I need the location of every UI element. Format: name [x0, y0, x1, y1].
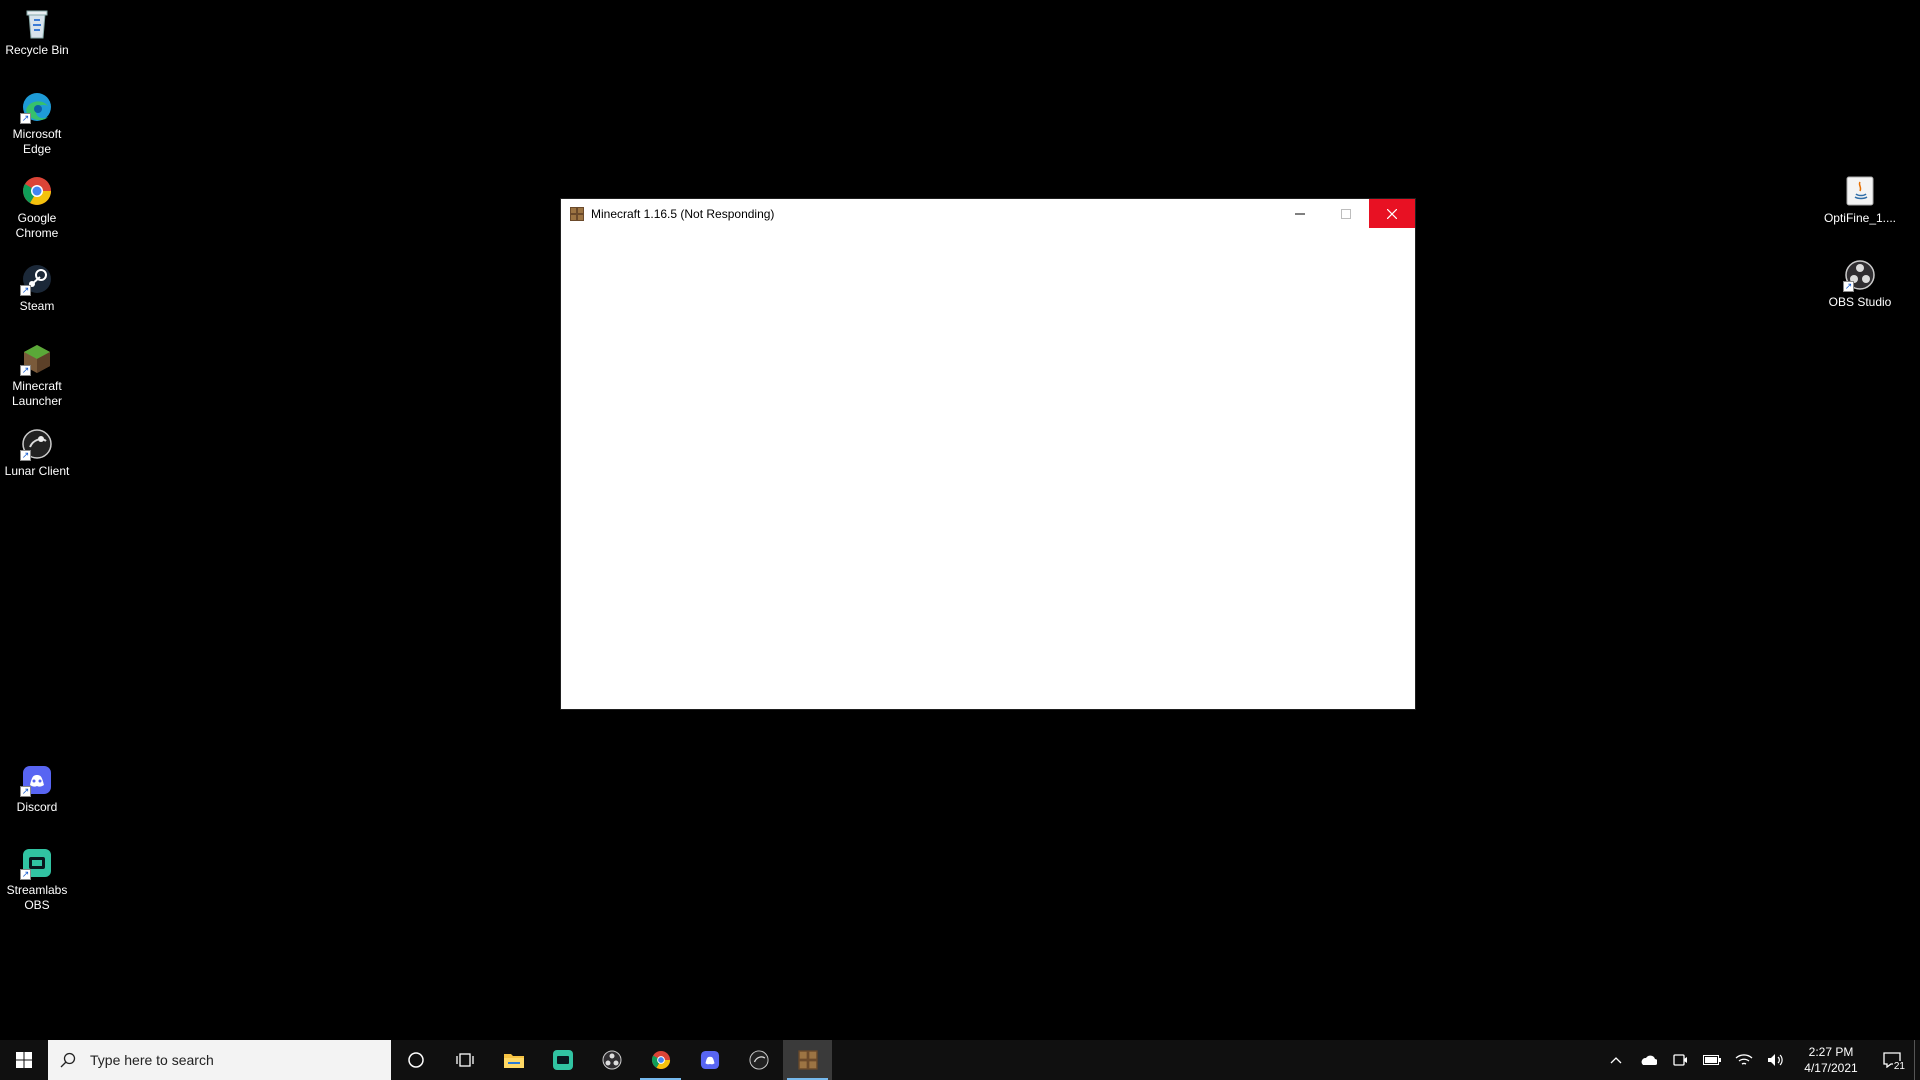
- cortana-button[interactable]: [391, 1040, 440, 1080]
- desktop-icon-streamlabs-obs[interactable]: ↗ Streamlabs OBS: [0, 846, 74, 913]
- desktop-icon-label: Lunar Client: [4, 464, 70, 478]
- action-center-button[interactable]: 21: [1870, 1040, 1914, 1080]
- shortcut-arrow-icon: ↗: [20, 450, 31, 461]
- maximize-icon: [1341, 208, 1351, 219]
- minimize-button[interactable]: [1277, 199, 1323, 228]
- maximize-button[interactable]: [1323, 199, 1369, 228]
- obs-icon: [602, 1050, 621, 1070]
- close-button[interactable]: [1369, 199, 1415, 228]
- taskbar: Type here to search 2:27 PM 4/17/2021 21: [0, 1040, 1920, 1080]
- lunar-client-icon: ↗: [20, 427, 54, 461]
- desktop-icon-label: Streamlabs OBS: [6, 883, 68, 912]
- chrome-icon: [651, 1050, 670, 1070]
- close-icon: [1387, 208, 1397, 219]
- desktop-icon-lunar-client[interactable]: ↗ Lunar Client: [0, 427, 74, 479]
- network-button[interactable]: [1728, 1040, 1760, 1080]
- desktop-icon-label: Discord: [16, 800, 58, 814]
- minecraft-icon: [797, 1050, 818, 1070]
- wifi-icon: [1735, 1054, 1753, 1065]
- battery-icon: [1703, 1055, 1721, 1065]
- desktop-icon-minecraft-launcher[interactable]: ↗ Minecraft Launcher: [0, 342, 74, 409]
- volume-button[interactable]: [1760, 1040, 1792, 1080]
- show-hidden-icons-button[interactable]: [1600, 1040, 1632, 1080]
- notification-count: 21: [1892, 1061, 1906, 1072]
- desktop-icon-recycle-bin[interactable]: Recycle Bin: [0, 6, 74, 58]
- search-placeholder: Type here to search: [90, 1052, 214, 1068]
- minimize-icon: [1295, 213, 1305, 214]
- desktop-icon-label: Minecraft Launcher: [11, 379, 63, 408]
- start-button[interactable]: [0, 1040, 48, 1080]
- shortcut-arrow-icon: ↗: [20, 869, 31, 880]
- chrome-icon: [20, 174, 54, 208]
- desktop-icon-steam[interactable]: ↗ Steam: [0, 262, 74, 314]
- system-tray: 2:27 PM 4/17/2021 21: [1600, 1040, 1920, 1080]
- clock-date: 4/17/2021: [1804, 1061, 1858, 1075]
- desktop-icon-label: Steam: [19, 299, 55, 313]
- minecraft-window[interactable]: Minecraft 1.16.5 (Not Responding): [561, 199, 1415, 709]
- cortana-icon: [407, 1052, 424, 1068]
- windows-icon: [16, 1052, 32, 1068]
- search-icon: [60, 1052, 76, 1068]
- steam-icon: ↗: [20, 262, 54, 296]
- shortcut-arrow-icon: ↗: [1843, 281, 1854, 292]
- taskbar-app-discord[interactable]: [685, 1040, 734, 1080]
- meet-now-icon: [1673, 1054, 1687, 1066]
- discord-icon: ↗: [20, 763, 54, 797]
- clock[interactable]: 2:27 PM 4/17/2021: [1796, 1044, 1866, 1076]
- minecraft-launcher-icon: ↗: [20, 342, 54, 376]
- shortcut-arrow-icon: ↗: [20, 365, 31, 376]
- obs-icon: ↗: [1843, 258, 1877, 292]
- clock-time: 2:27 PM: [1808, 1045, 1854, 1059]
- meet-now-button[interactable]: [1664, 1040, 1696, 1080]
- java-icon: [1843, 174, 1877, 208]
- file-explorer-icon: [503, 1054, 524, 1068]
- task-view-icon: [455, 1053, 474, 1067]
- shortcut-arrow-icon: ↗: [20, 786, 31, 797]
- onedrive-button[interactable]: [1632, 1040, 1664, 1080]
- desktop-icon-label: OBS Studio: [1828, 295, 1892, 309]
- battery-button[interactable]: [1696, 1040, 1728, 1080]
- edge-icon: ↗: [20, 90, 54, 124]
- taskbar-app-file-explorer[interactable]: [489, 1040, 538, 1080]
- desktop-icon-discord[interactable]: ↗ Discord: [0, 763, 74, 815]
- streamlabs-obs-icon: ↗: [20, 846, 54, 880]
- volume-icon: [1768, 1054, 1783, 1066]
- shortcut-arrow-icon: ↗: [20, 285, 31, 296]
- streamlabs-obs-icon: [552, 1050, 573, 1070]
- lunar-client-icon: [748, 1050, 769, 1070]
- minecraft-icon: [569, 206, 585, 222]
- desktop-icon-microsoft-edge[interactable]: ↗ Microsoft Edge: [0, 90, 74, 157]
- desktop-icon-label: Recycle Bin: [5, 43, 69, 57]
- taskbar-app-streamlabs-obs[interactable]: [538, 1040, 587, 1080]
- taskbar-app-obs[interactable]: [587, 1040, 636, 1080]
- desktop-icon-google-chrome[interactable]: Google Chrome: [0, 174, 74, 241]
- taskbar-app-chrome[interactable]: [636, 1040, 685, 1080]
- task-view-button[interactable]: [440, 1040, 489, 1080]
- desktop-icon-obs-studio[interactable]: ↗ OBS Studio: [1823, 258, 1897, 310]
- discord-icon: [700, 1050, 719, 1070]
- desktop-icon-label: OptiFine_1....: [1823, 211, 1897, 225]
- recycle-bin-icon: [20, 6, 54, 40]
- desktop-icon-optifine[interactable]: OptiFine_1....: [1823, 174, 1897, 226]
- onedrive-icon: [1641, 1055, 1657, 1065]
- window-titlebar[interactable]: Minecraft 1.16.5 (Not Responding): [561, 199, 1415, 228]
- desktop-icon-label: Google Chrome: [15, 211, 59, 240]
- taskbar-app-lunar-client[interactable]: [734, 1040, 783, 1080]
- window-title: Minecraft 1.16.5 (Not Responding): [591, 206, 775, 221]
- window-content: [561, 228, 1415, 709]
- desktop-icon-label: Microsoft Edge: [12, 127, 62, 156]
- search-box[interactable]: Type here to search: [48, 1040, 391, 1080]
- shortcut-arrow-icon: ↗: [20, 113, 31, 124]
- chevron-up-icon: [1610, 1057, 1622, 1064]
- show-desktop-button[interactable]: [1914, 1040, 1920, 1080]
- taskbar-app-minecraft[interactable]: [783, 1040, 832, 1080]
